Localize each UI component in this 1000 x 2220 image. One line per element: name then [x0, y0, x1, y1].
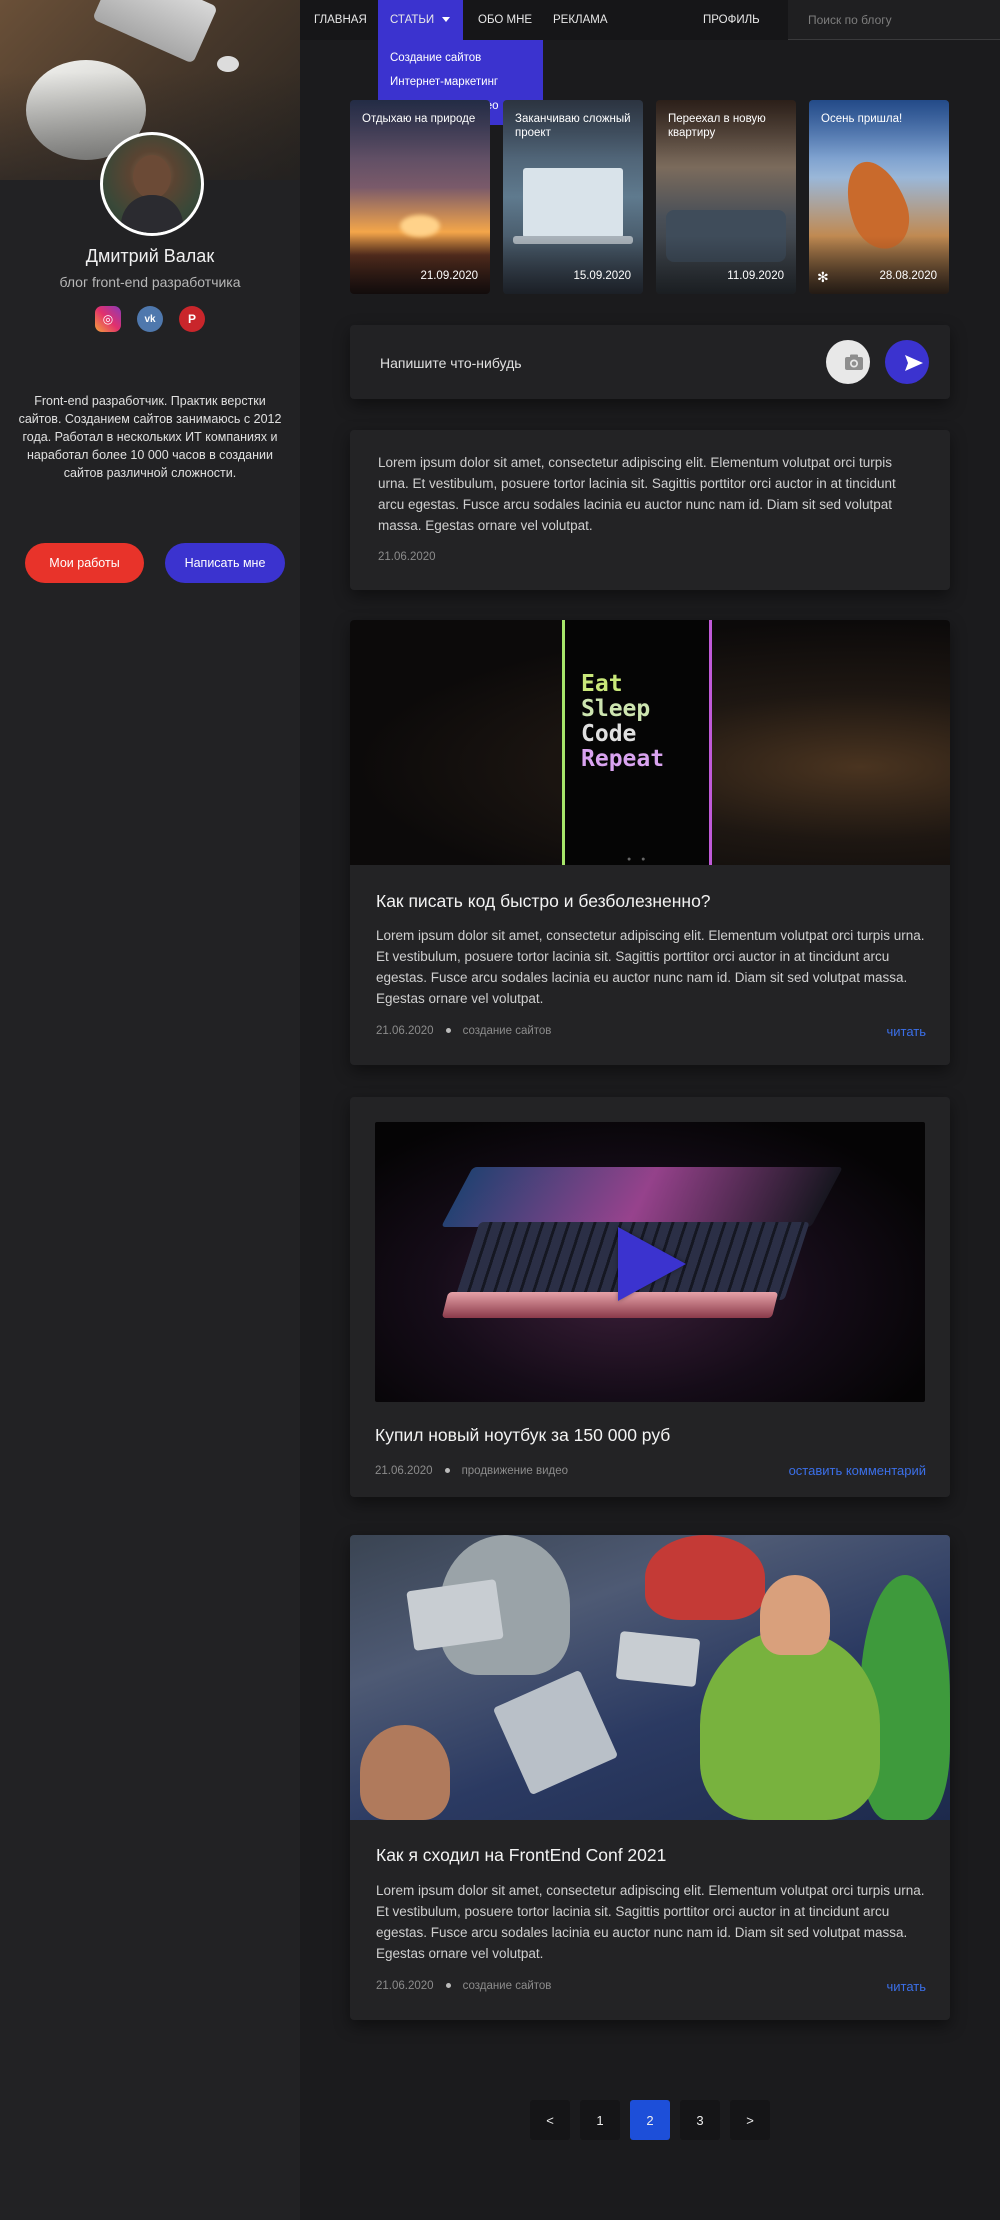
- story-title: Заканчиваю сложный проект: [515, 113, 631, 139]
- page-1-button[interactable]: 1: [580, 2100, 620, 2140]
- profile-name: Дмитрий Валак: [85, 246, 215, 266]
- post-date: 21.06.2020: [376, 1025, 434, 1037]
- post-meta: 21.06.2020: [378, 551, 436, 563]
- post-date: 21.06.2020: [375, 1465, 433, 1477]
- nav-articles[interactable]: СТАТЬИ: [378, 0, 463, 40]
- profile-subtitle: блог front-end разработчика: [59, 274, 241, 290]
- post-card: Как я сходил на FrontEnd Conf 2021 Lorem…: [350, 1535, 950, 2020]
- post-meta: 21.06.2020 создание сайтов: [376, 1025, 551, 1037]
- nav-about[interactable]: ОБО МНЕ: [478, 0, 532, 40]
- next-page-button[interactable]: >: [730, 2100, 770, 2140]
- story-card[interactable]: Переехал в новую квартиру 11.09.2020: [656, 100, 796, 294]
- page-3-button[interactable]: 3: [680, 2100, 720, 2140]
- instagram-icon[interactable]: ◎: [95, 306, 121, 332]
- my-works-button[interactable]: Мои работы: [25, 543, 144, 583]
- dot-separator: [445, 1983, 451, 1989]
- post-image[interactable]: Eat Sleep Code Repeat ● ●: [350, 620, 950, 865]
- send-icon: [905, 355, 923, 371]
- story-title: Переехал в новую квартиру: [668, 113, 766, 139]
- post-title[interactable]: Купил новый ноутбук за 150 000 руб: [375, 1425, 670, 1446]
- post-card: Eat Sleep Code Repeat ● ● Как писать код…: [350, 620, 950, 1065]
- post-card: Купил новый ноутбук за 150 000 руб 21.06…: [350, 1097, 950, 1497]
- pinterest-icon[interactable]: P: [179, 306, 205, 332]
- story-card[interactable]: ✻ Осень пришла! 28.08.2020: [809, 100, 949, 294]
- story-date: 21.09.2020: [420, 270, 478, 282]
- dropdown-item-marketing[interactable]: Интернет-маркетинг: [378, 70, 543, 94]
- post-card: Lorem ipsum dolor sit amet, consectetur …: [350, 430, 950, 590]
- top-navigation: ГЛАВНАЯ СТАТЬИ ОБО МНЕ РЕКЛАМА ПРОФИЛЬ: [300, 0, 1000, 40]
- search-input[interactable]: [788, 0, 1000, 40]
- avatar-face: [133, 155, 171, 199]
- chevron-down-icon: [442, 17, 450, 22]
- read-link[interactable]: читать: [886, 1979, 926, 1994]
- play-icon[interactable]: [618, 1227, 686, 1301]
- nav-ads[interactable]: РЕКЛАМА: [553, 0, 608, 40]
- post-category[interactable]: создание сайтов: [463, 1025, 552, 1037]
- post-category[interactable]: создание сайтов: [463, 1980, 552, 1992]
- story-title: Отдыхаю на природе: [362, 113, 476, 125]
- page-2-button[interactable]: 2: [630, 2100, 670, 2140]
- prev-page-button[interactable]: <: [530, 2100, 570, 2140]
- read-link[interactable]: читать: [886, 1024, 926, 1039]
- post-text: Lorem ipsum dolor sit amet, consectetur …: [376, 1883, 925, 1961]
- post-image[interactable]: [350, 1535, 950, 1820]
- story-date: 11.09.2020: [727, 270, 784, 282]
- nav-articles-label: СТАТЬИ: [390, 14, 435, 26]
- profile-bio: Front-end разработчик. Практик верстки с…: [18, 394, 282, 480]
- dot-separator: [445, 1028, 451, 1034]
- post-title[interactable]: Как я сходил на FrontEnd Conf 2021: [376, 1845, 666, 1866]
- post-composer: [350, 325, 950, 401]
- phone-image: Eat Sleep Code Repeat ● ●: [562, 620, 712, 865]
- post-date: 21.06.2020: [378, 551, 436, 563]
- avatar-body: [121, 195, 183, 233]
- story-title: Осень пришла!: [821, 113, 903, 125]
- send-button[interactable]: [885, 340, 929, 384]
- camera-button[interactable]: [826, 340, 870, 384]
- post-text: Lorem ipsum dolor sit amet, consectetur …: [376, 928, 925, 1006]
- vk-icon[interactable]: vk: [137, 306, 163, 332]
- nav-profile[interactable]: ПРОФИЛЬ: [703, 0, 760, 40]
- post-category[interactable]: продвижение видео: [462, 1465, 569, 1477]
- comment-link[interactable]: оставить комментарий: [789, 1463, 926, 1478]
- dropdown-item-sites[interactable]: Создание сайтов: [378, 46, 543, 70]
- story-date: 28.08.2020: [879, 270, 937, 282]
- dot-separator: [444, 1468, 450, 1474]
- story-date: 15.09.2020: [573, 270, 631, 282]
- social-links: ◎ vk P: [0, 306, 300, 332]
- avatar[interactable]: [100, 132, 204, 236]
- post-date: 21.06.2020: [376, 1980, 434, 1992]
- video-player[interactable]: [375, 1122, 925, 1402]
- pagination: < 1 2 3 >: [530, 2100, 770, 2140]
- story-card[interactable]: Отдыхаю на природе 21.09.2020: [350, 100, 490, 294]
- post-title[interactable]: Как писать код быстро и безболезненно?: [376, 891, 711, 912]
- composer-input[interactable]: [378, 325, 802, 401]
- phone-screen-text: Eat Sleep Code Repeat: [581, 671, 665, 772]
- post-text: Lorem ipsum dolor sit amet, consectetur …: [378, 455, 896, 533]
- post-meta: 21.06.2020 создание сайтов: [376, 1980, 551, 1992]
- sidebar: Дмитрий Валак блог front-end разработчик…: [0, 0, 300, 2220]
- snowflake-icon: ✻: [817, 269, 829, 285]
- write-me-button[interactable]: Написать мне: [165, 543, 285, 583]
- camera-icon: [845, 354, 863, 370]
- story-card[interactable]: Заканчиваю сложный проект 15.09.2020: [503, 100, 643, 294]
- nav-home[interactable]: ГЛАВНАЯ: [314, 0, 367, 40]
- post-meta: 21.06.2020 продвижение видео: [375, 1465, 568, 1477]
